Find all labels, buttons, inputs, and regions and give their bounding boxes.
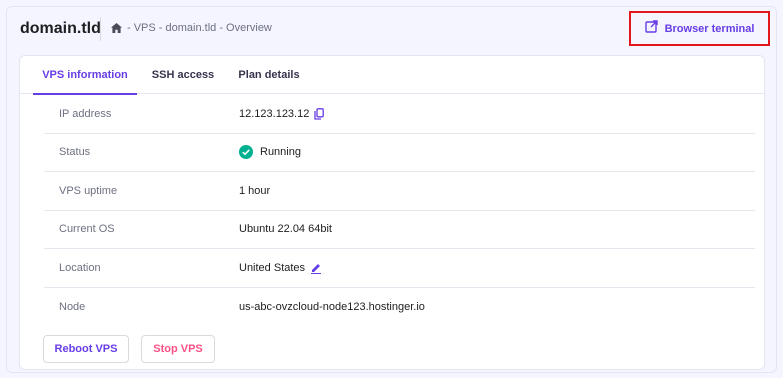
vps-overview-panel: domain.tld - VPS - domain.tld - Overview… [6,6,777,373]
row-value: Ubuntu 22.04 64bit [239,223,332,236]
action-buttons: Reboot VPS Stop VPS [43,335,215,363]
copy-icon[interactable] [314,107,325,120]
info-row-current-os: Current OS Ubuntu 22.04 64bit [44,211,755,249]
header-divider [100,17,101,41]
row-label: VPS uptime [59,184,118,197]
row-label: Location [59,261,101,274]
info-row-uptime: VPS uptime 1 hour [44,172,755,211]
browser-terminal-button[interactable]: Browser terminal [629,11,770,46]
row-value: United States [239,262,322,274]
row-label: Node [59,300,86,313]
info-table: IP address 12.123.123.12 Status Running … [44,95,755,326]
tab-ssh-access[interactable]: SSH access [144,56,222,94]
row-value: us-abc-ovzcloud-node123.hostinger.io [239,300,425,313]
open-external-icon [644,19,658,38]
info-row-ip-address: IP address 12.123.123.12 [44,95,755,134]
page-title: domain.tld [20,20,101,37]
tab-bar: VPS information SSH access Plan details [20,56,764,95]
status-value: Running [260,146,301,159]
row-value: 1 hour [239,184,271,197]
browser-terminal-label: Browser terminal [664,22,755,35]
edit-icon[interactable] [310,262,322,274]
location-value: United States [239,261,306,274]
page-header: domain.tld - VPS - domain.tld - Overview… [7,7,776,53]
row-label: Status [59,146,91,159]
row-label: Current OS [59,223,115,236]
ip-address-value: 12.123.123.12 [239,107,310,120]
tab-plan-details[interactable]: Plan details [229,56,309,94]
reboot-vps-button[interactable]: Reboot VPS [43,335,129,363]
breadcrumb-path: - VPS - domain.tld - Overview [127,22,272,34]
vps-info-card: VPS information SSH access Plan details … [19,55,765,370]
row-value: 12.123.123.12 [239,107,325,120]
info-row-status: Status Running [44,134,755,172]
row-value: Running [239,145,301,160]
info-row-location: Location United States [44,249,755,288]
tab-vps-information[interactable]: VPS information [33,56,137,95]
stop-vps-button[interactable]: Stop VPS [141,335,215,363]
check-circle-icon [239,145,253,160]
row-label: IP address [59,107,112,120]
home-icon[interactable] [111,23,122,33]
info-row-node: Node us-abc-ovzcloud-node123.hostinger.i… [44,288,755,327]
breadcrumb: - VPS - domain.tld - Overview [111,22,272,34]
